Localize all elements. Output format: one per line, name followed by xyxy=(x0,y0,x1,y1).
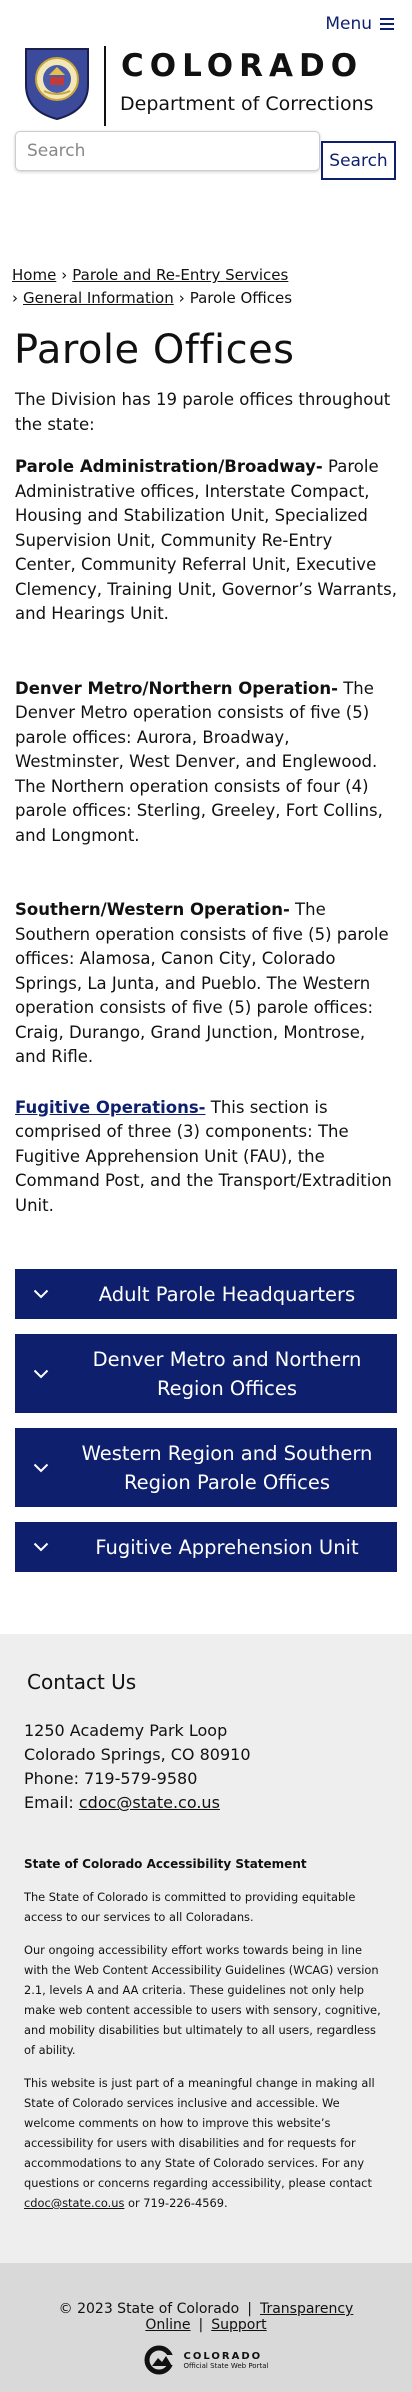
breadcrumb: Home › Parole and Re-Entry Services › Gener… xyxy=(0,264,412,310)
divider: | xyxy=(247,2301,252,2317)
accessibility-title: State of Colorado Accessibility Statemen… xyxy=(24,1857,307,1871)
accordion-label: Fugitive Apprehension Unit xyxy=(95,1535,359,1559)
contact-info: 1250 Academy Park Loop Colorado Springs,… xyxy=(24,1719,388,1815)
accordion-label: Denver Metro and Northern Region Offices xyxy=(92,1347,362,1400)
address-line-1: 1250 Academy Park Loop xyxy=(24,1721,228,1740)
accessibility-text: or 719-226-4569. xyxy=(124,2196,228,2210)
contact-title: Contact Us xyxy=(27,1670,137,1694)
section-text: Parole Administrative offices, Interstat… xyxy=(15,457,397,623)
accordion-list: Adult Parole Headquarters Denver Metro a… xyxy=(0,1269,412,1572)
accordion-label: Western Region and Southern Region Parol… xyxy=(81,1441,373,1494)
breadcrumb-separator: › xyxy=(61,266,68,284)
fugitive-operations-link[interactable]: Fugitive Operations- xyxy=(15,1098,206,1117)
chevron-down-icon xyxy=(15,1369,67,1379)
brand-divider xyxy=(104,46,106,126)
brand-title: COLORADO xyxy=(121,48,364,84)
section-denver-northern: Denver Metro/Northern Operation- The Den… xyxy=(15,677,397,849)
breadcrumb-separator: › xyxy=(12,289,18,307)
email-row: Email: cdoc@state.co.us xyxy=(24,1791,388,1815)
section-fugitive-operations: Fugitive Operations- This section is com… xyxy=(15,1096,397,1219)
hamburger-icon xyxy=(380,18,394,30)
breadcrumb-current: Parole Offices xyxy=(189,289,293,307)
menu-label: Menu xyxy=(325,14,372,34)
accordion-adult-parole-headquarters[interactable]: Adult Parole Headquarters xyxy=(15,1269,397,1319)
section-text: The Southern operation consists of five … xyxy=(15,900,389,1066)
breadcrumb-home[interactable]: Home xyxy=(12,266,56,284)
divider: | xyxy=(198,2317,204,2333)
main-content: The Division has 19 parole offices throu… xyxy=(0,388,412,1218)
page-title: Parole Offices xyxy=(14,327,295,373)
copyright: © 2023 State of Colorado xyxy=(58,2301,240,2317)
portal-subtitle: Official State Web Portal xyxy=(183,2361,269,2370)
section-heading: Parole Administration/Broadway- xyxy=(15,457,323,476)
bottom-links: © 2023 State of Colorado | Transparency On… xyxy=(0,2301,412,2333)
section-southern-western: Southern/Western Operation- The Southern… xyxy=(15,898,397,1070)
accessibility-text: This website is just part of a meaningfu… xyxy=(24,2076,375,2190)
chevron-down-icon xyxy=(15,1463,67,1473)
phone: Phone: 719-579-9580 xyxy=(24,1769,198,1788)
search-button[interactable]: Search xyxy=(321,141,396,180)
section-heading: Southern/Western Operation- xyxy=(15,900,290,919)
portal-title: COLORADO xyxy=(183,2350,263,2362)
search-row: Search xyxy=(0,131,412,181)
breadcrumb-general-information[interactable]: General Information xyxy=(23,289,174,307)
breadcrumb-separator: › xyxy=(178,289,185,307)
chevron-down-icon xyxy=(15,1542,67,1552)
top-bar: Menu xyxy=(0,0,412,38)
support-link[interactable]: Support xyxy=(211,2317,266,2333)
footer: Contact Us 1250 Academy Park Loop Colora… xyxy=(0,1634,412,2263)
accordion-western-southern-offices[interactable]: Western Region and Southern Region Parol… xyxy=(15,1428,397,1507)
chevron-down-icon xyxy=(15,1289,67,1299)
intro-text: The Division has 19 parole offices throu… xyxy=(15,390,391,434)
section-parole-administration: Parole Administration/Broadway- Parole A… xyxy=(15,455,397,627)
address-line-2: Colorado Springs, CO 80910 xyxy=(24,1745,251,1764)
menu-button[interactable]: Menu xyxy=(325,14,394,34)
bottom-bar: © 2023 State of Colorado | Transparency On… xyxy=(0,2263,412,2392)
section-text: The Denver Metro operation consists of f… xyxy=(15,678,383,845)
email-link[interactable]: cdoc@state.co.us xyxy=(79,1793,220,1812)
state-portal-logo[interactable]: COLORADO Official State Web Portal xyxy=(0,2345,412,2375)
accessibility-paragraph: This website is just part of a meaningfu… xyxy=(24,2073,388,2213)
colorado-seal-icon xyxy=(25,48,89,121)
brand-subtitle: Department of Corrections xyxy=(120,93,374,115)
accordion-fugitive-apprehension-unit[interactable]: Fugitive Apprehension Unit xyxy=(15,1522,397,1572)
accessibility-paragraph: The State of Colorado is committed to pr… xyxy=(24,1890,356,1924)
accordion-denver-northern-offices[interactable]: Denver Metro and Northern Region Offices xyxy=(15,1334,397,1413)
email-label: Email: xyxy=(24,1793,79,1812)
section-heading: Denver Metro/Northern Operation- xyxy=(15,678,338,698)
colorado-c-logo-icon xyxy=(144,2345,178,2375)
accessibility-paragraph: Our ongoing accessibility effort works t… xyxy=(24,1943,381,2057)
accordion-label: Adult Parole Headquarters xyxy=(98,1282,356,1306)
accessibility-email-link[interactable]: cdoc@state.co.us xyxy=(24,2196,124,2210)
search-input[interactable] xyxy=(15,131,320,171)
brand-header[interactable]: COLORADO Department of Corrections xyxy=(0,38,412,128)
breadcrumb-parole-reentry[interactable]: Parole and Re-Entry Services xyxy=(72,266,288,284)
